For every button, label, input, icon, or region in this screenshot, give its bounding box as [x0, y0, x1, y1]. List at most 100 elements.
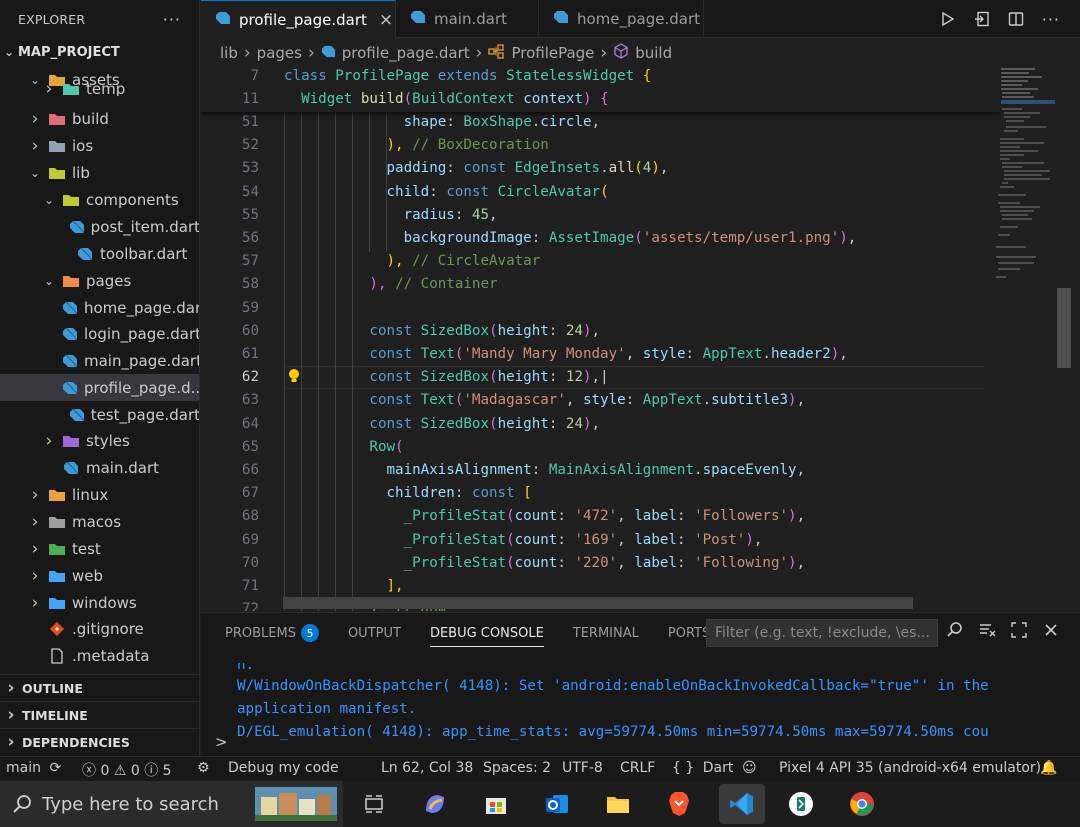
- code-line[interactable]: ), // Container: [284, 276, 497, 292]
- tree-item-main-dart[interactable]: main.dart: [0, 454, 199, 481]
- task-view-icon[interactable]: [357, 787, 391, 821]
- tree-item-profile-page-d-[interactable]: profile_page.d...: [0, 374, 199, 401]
- tree-item-post-item-dart[interactable]: post_item.dart: [0, 213, 199, 240]
- code-line[interactable]: const Text('Madagascar', style: AppText.…: [284, 392, 805, 408]
- code-editor[interactable]: 51 shape: BoxShape.circle, 52 ), // BoxDe…: [201, 66, 1001, 611]
- code-line[interactable]: const Text('Mandy Mary Monday', style: A…: [284, 346, 847, 362]
- panel-tab-ports[interactable]: PORTS: [668, 613, 710, 653]
- tree-item-linux[interactable]: › linux: [0, 481, 199, 508]
- code-line[interactable]: ), // BoxDecoration: [284, 137, 549, 153]
- tree-item-test[interactable]: › test: [0, 535, 199, 562]
- breadcrumb-item[interactable]: ProfilePage: [511, 44, 594, 62]
- run-icon[interactable]: [940, 11, 956, 27]
- section-outline[interactable]: › OUTLINE: [0, 674, 199, 701]
- tree-item-build[interactable]: › build: [0, 105, 199, 132]
- code-line[interactable]: radius: 45,: [284, 207, 498, 223]
- tree-item-home-page-dart[interactable]: home_page.dart: [0, 294, 199, 321]
- vertical-scrollbar[interactable]: [1057, 288, 1071, 368]
- tree-item-lib[interactable]: ⌄ lib: [0, 159, 199, 186]
- console-filter-input[interactable]: Filter (e.g. text, !exclude, \es...: [706, 619, 938, 647]
- tree-item-temp[interactable]: › temp: [0, 82, 199, 96]
- taskbar-search[interactable]: Type here to search: [0, 781, 343, 827]
- file-explorer-icon[interactable]: [601, 787, 635, 821]
- tree-item--gitignore[interactable]: .gitignore: [0, 615, 199, 642]
- microsoft-store-icon[interactable]: [479, 787, 513, 821]
- dart-devtools-icon[interactable]: [784, 787, 818, 821]
- code-line[interactable]: _ProfileStat(count: '472', label: 'Follo…: [284, 508, 806, 524]
- code-line[interactable]: shape: BoxShape.circle,: [284, 114, 601, 130]
- tree-item--metadata[interactable]: .metadata: [0, 642, 199, 669]
- minimap[interactable]: [990, 66, 1065, 611]
- code-line[interactable]: mainAxisAlignment: MainAxisAlignment.spa…: [284, 462, 806, 478]
- tab-home-page-dart[interactable]: home_page.dart: [539, 0, 704, 38]
- chrome-icon[interactable]: [845, 787, 879, 821]
- code-line[interactable]: children: const [: [284, 485, 532, 501]
- indentation[interactable]: Spaces: 2: [483, 760, 551, 776]
- open-changes-icon[interactable]: [974, 11, 990, 27]
- code-line[interactable]: child: const CircleAvatar(: [284, 184, 609, 200]
- section-dependencies[interactable]: › DEPENDENCIES: [0, 728, 199, 755]
- breadcrumb-item[interactable]: pages: [257, 44, 302, 62]
- more-editor-actions-icon[interactable]: ···: [1042, 10, 1060, 29]
- problems-status[interactable]: ⓧ 0 ⚠ 0 ⓘ 5: [82, 760, 172, 780]
- encoding[interactable]: UTF-8: [562, 760, 603, 776]
- panel-tab-terminal[interactable]: TERMINAL: [573, 613, 639, 653]
- tree-item-macos[interactable]: › macos: [0, 508, 199, 535]
- console-prompt[interactable]: >: [215, 733, 228, 751]
- split-editor-icon[interactable]: [1008, 11, 1024, 27]
- code-token: {: [600, 91, 609, 108]
- outlook-icon[interactable]: [540, 787, 574, 821]
- search-icon[interactable]: [946, 621, 964, 639]
- tree-item-main-page-dart[interactable]: main_page.dart: [0, 347, 199, 374]
- code-line[interactable]: ), // CircleAvatar: [284, 253, 541, 269]
- tree-item-test-page-dart[interactable]: test_page.dart: [0, 401, 199, 428]
- panel-tab-output[interactable]: OUTPUT: [348, 613, 401, 653]
- tree-item-web[interactable]: › web: [0, 562, 199, 589]
- code-line[interactable]: Widget build(BuildContext context) {: [284, 91, 609, 107]
- tree-item-windows[interactable]: › windows: [0, 589, 199, 616]
- code-line[interactable]: const SizedBox(height: 24),: [284, 416, 600, 432]
- device-selector[interactable]: Pixel 4 API 35 (android-x64 emulator): [779, 760, 1041, 776]
- language-mode[interactable]: { } Dart: [672, 760, 733, 776]
- code-line[interactable]: _ProfileStat(count: '220', label: 'Follo…: [284, 555, 806, 571]
- breadcrumb-item[interactable]: build: [635, 44, 672, 62]
- section-timeline[interactable]: › TIMELINE: [0, 701, 199, 728]
- code-line[interactable]: _ProfileStat(count: '169', label: 'Post'…: [284, 531, 763, 548]
- copilot-icon[interactable]: ☺: [742, 760, 757, 776]
- tree-item-toolbar-dart[interactable]: toolbar.dart: [0, 240, 199, 267]
- line-ending[interactable]: CRLF: [620, 760, 655, 776]
- sticky-scroll-header[interactable]: 7 class ProfilePage extends StatelessWidg…: [201, 66, 1001, 112]
- tab-main-dart[interactable]: main.dart: [396, 0, 539, 38]
- code-line[interactable]: const SizedBox(height: 12),|: [284, 369, 608, 385]
- panel-tab-debug-console[interactable]: DEBUG CONSOLE: [429, 613, 544, 653]
- tree-item-ios[interactable]: › ios: [0, 132, 199, 159]
- tree-item-pages[interactable]: ⌄ pages: [0, 267, 199, 294]
- clear-console-icon[interactable]: [978, 621, 996, 639]
- tree-item-login-page-dart[interactable]: login_page.dart: [0, 320, 199, 347]
- code-token: (: [600, 183, 609, 200]
- breadcrumb-item[interactable]: profile_page.dart: [342, 44, 470, 62]
- tab-profile-page-dart[interactable]: profile_page.dart ×: [201, 0, 396, 39]
- panel-tab-problems[interactable]: PROBLEMS 5: [225, 613, 319, 653]
- debug-status[interactable]: ⚙ Debug my code: [197, 760, 339, 776]
- warning-icon: ⚠: [113, 763, 127, 779]
- close-panel-icon[interactable]: [1042, 621, 1060, 639]
- code-line[interactable]: const SizedBox(height: 24),: [284, 323, 600, 339]
- code-line[interactable]: class ProfilePage extends StatelessWidge…: [284, 68, 651, 84]
- vscode-taskbar-icon[interactable]: [719, 784, 765, 824]
- tree-item-styles[interactable]: › styles: [0, 427, 199, 454]
- horizontal-scrollbar[interactable]: [283, 597, 913, 609]
- cursor-position[interactable]: Ln 62, Col 38: [381, 760, 473, 776]
- breadcrumb-item[interactable]: lib: [220, 44, 238, 62]
- copilot-app-icon[interactable]: [418, 787, 452, 821]
- maximize-panel-icon[interactable]: [1010, 621, 1028, 639]
- code-token: :: [676, 531, 695, 548]
- code-line[interactable]: padding: const EdgeInsets.all(4),: [284, 160, 669, 176]
- close-icon[interactable]: ×: [379, 10, 393, 30]
- branch-status[interactable]: main ⟳: [6, 760, 61, 776]
- brave-browser-icon[interactable]: [662, 787, 696, 821]
- notifications-icon[interactable]: 🔔: [1040, 760, 1057, 776]
- tree-item-label: components: [86, 190, 179, 209]
- tree-item-components[interactable]: ⌄ components: [0, 186, 199, 213]
